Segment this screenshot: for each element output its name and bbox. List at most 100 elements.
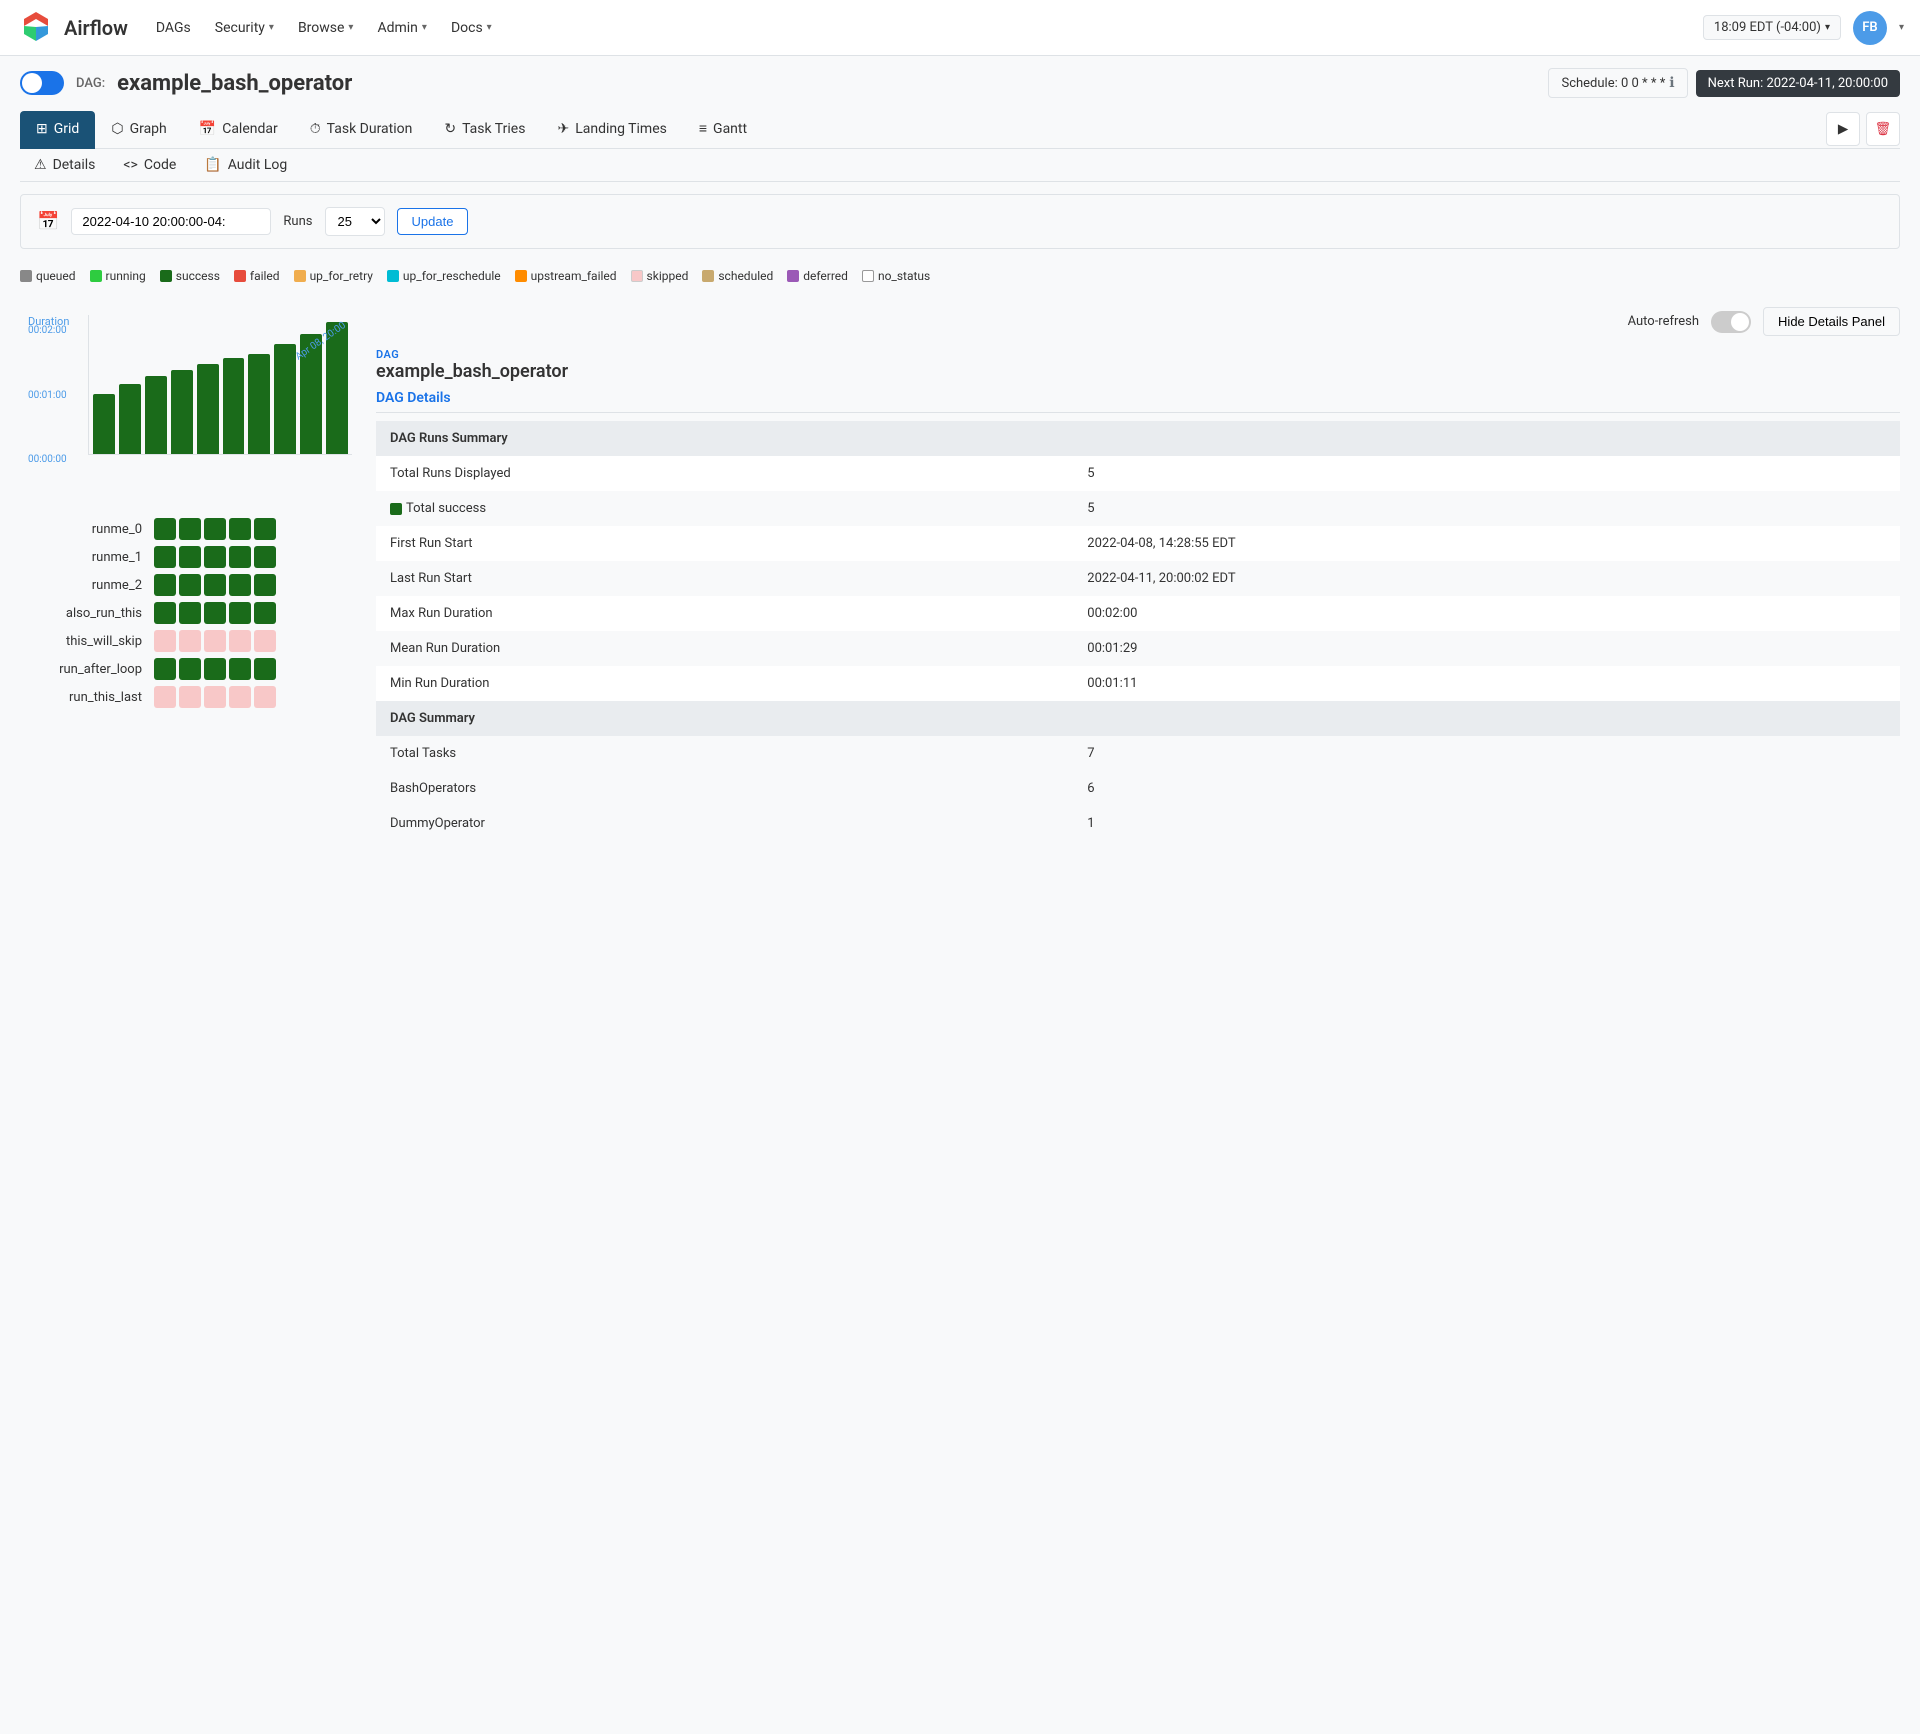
cell-willskip-4[interactable] — [229, 630, 251, 652]
bar-4[interactable] — [171, 370, 193, 454]
cell-thislast-2[interactable] — [179, 686, 201, 708]
avatar-chevron-icon[interactable]: ▾ — [1899, 22, 1904, 33]
grid-row-runme0: runme_0 — [20, 515, 360, 543]
bar-1[interactable] — [93, 394, 115, 454]
details-header: DAG example_bash_operator — [376, 348, 1900, 382]
tab-task-duration[interactable]: ⏱ Task Duration — [294, 111, 429, 149]
nav-browse[interactable]: Browse ▾ — [286, 0, 366, 56]
grid-cells-runme1 — [154, 546, 276, 568]
graph-icon: ⬡ — [111, 121, 123, 137]
cell-alsorun-2[interactable] — [179, 602, 201, 624]
tab-task-tries[interactable]: ↻ Task Tries — [428, 111, 541, 149]
tab-calendar[interactable]: 📅 Calendar — [183, 111, 294, 149]
cell-runme0-2[interactable] — [179, 518, 201, 540]
cell-thislast-4[interactable] — [229, 686, 251, 708]
task-label-run-this-last[interactable]: run_this_last — [20, 690, 150, 705]
bash-operators-label: BashOperators — [376, 771, 1073, 806]
cell-afterloop-1[interactable] — [154, 658, 176, 680]
task-label-also-run-this[interactable]: also_run_this — [20, 606, 150, 621]
cell-runme1-2[interactable] — [179, 546, 201, 568]
cell-thislast-3[interactable] — [204, 686, 226, 708]
cell-alsorun-3[interactable] — [204, 602, 226, 624]
table-row-min-duration: Min Run Duration 00:01:11 — [376, 666, 1900, 701]
tab-graph[interactable]: ⬡ Graph — [95, 111, 182, 149]
bar-8[interactable] — [274, 344, 296, 454]
tab-landing-times[interactable]: ✈ Landing Times — [541, 111, 682, 149]
nav-admin[interactable]: Admin ▾ — [365, 0, 438, 56]
cell-runme2-3[interactable] — [204, 574, 226, 596]
table-row-mean-duration: Mean Run Duration 00:01:29 — [376, 631, 1900, 666]
primary-tabs: ⊞ Grid ⬡ Graph 📅 Calendar ⏱ Task Duratio… — [20, 110, 1900, 149]
cell-willskip-2[interactable] — [179, 630, 201, 652]
tab-audit-log[interactable]: 📋 Audit Log — [190, 149, 301, 181]
tab-details[interactable]: ⚠ Details — [20, 149, 109, 181]
cell-thislast-1[interactable] — [154, 686, 176, 708]
nav-security[interactable]: Security ▾ — [203, 0, 286, 56]
cell-willskip-1[interactable] — [154, 630, 176, 652]
cell-alsorun-5[interactable] — [254, 602, 276, 624]
cell-runme2-5[interactable] — [254, 574, 276, 596]
cell-runme1-3[interactable] — [204, 546, 226, 568]
cell-thislast-5[interactable] — [254, 686, 276, 708]
task-label-run-after-loop[interactable]: run_after_loop — [20, 662, 150, 677]
bar-5[interactable] — [197, 364, 219, 454]
tab-code[interactable]: <> Code — [109, 149, 190, 181]
hide-details-panel-button[interactable]: Hide Details Panel — [1763, 307, 1900, 336]
dag-label: DAG: — [76, 76, 105, 91]
grid-row-runme2: runme_2 — [20, 571, 360, 599]
cell-alsorun-4[interactable] — [229, 602, 251, 624]
time-display[interactable]: 18:09 EDT (-04:00) ▾ — [1703, 15, 1841, 40]
tab-grid[interactable]: ⊞ Grid — [20, 111, 95, 149]
total-tasks-value: 7 — [1073, 736, 1900, 771]
date-input[interactable] — [71, 208, 271, 235]
delete-dag-button[interactable]: 🗑 — [1866, 112, 1900, 146]
cell-runme2-1[interactable] — [154, 574, 176, 596]
cell-runme0-1[interactable] — [154, 518, 176, 540]
bar-7[interactable] — [248, 354, 270, 454]
cell-runme1-1[interactable] — [154, 546, 176, 568]
nav-docs[interactable]: Docs ▾ — [439, 0, 504, 56]
cell-runme1-4[interactable] — [229, 546, 251, 568]
cell-runme1-5[interactable] — [254, 546, 276, 568]
upstream-failed-dot — [515, 270, 527, 282]
cell-afterloop-5[interactable] — [254, 658, 276, 680]
dummy-operator-label: DummyOperator — [376, 806, 1073, 841]
browse-chevron-icon: ▾ — [348, 22, 353, 33]
avatar[interactable]: FB — [1853, 11, 1887, 45]
task-label-this-will-skip[interactable]: this_will_skip — [20, 634, 150, 649]
dag-toggle[interactable] — [20, 71, 64, 95]
cell-runme0-5[interactable] — [254, 518, 276, 540]
landing-times-icon: ✈ — [557, 121, 569, 137]
brand[interactable]: Airflow — [16, 8, 128, 48]
task-label-runme1[interactable]: runme_1 — [20, 550, 150, 565]
task-label-runme2[interactable]: runme_2 — [20, 578, 150, 593]
auto-refresh-toggle[interactable] — [1711, 311, 1751, 333]
bar-2[interactable] — [119, 384, 141, 454]
calendar-filter-icon: 📅 — [37, 211, 59, 232]
table-row-first-run: First Run Start 2022-04-08, 14:28:55 EDT — [376, 526, 1900, 561]
cell-runme2-2[interactable] — [179, 574, 201, 596]
cell-willskip-3[interactable] — [204, 630, 226, 652]
legend-success: success — [160, 269, 220, 283]
tab-gantt[interactable]: ≡ Gantt — [683, 110, 763, 149]
update-button[interactable]: Update — [397, 208, 469, 235]
legend-skipped: skipped — [631, 269, 689, 283]
task-label-runme0[interactable]: runme_0 — [20, 522, 150, 537]
bar-6[interactable] — [223, 358, 245, 454]
bar-3[interactable] — [145, 376, 167, 454]
cell-runme0-4[interactable] — [229, 518, 251, 540]
cell-afterloop-2[interactable] — [179, 658, 201, 680]
runs-select[interactable]: 25 50 100 — [325, 207, 385, 236]
run-dag-button[interactable]: ▶ — [1826, 112, 1860, 146]
grid-row-also-run-this: also_run_this — [20, 599, 360, 627]
cell-runme0-3[interactable] — [204, 518, 226, 540]
cell-afterloop-3[interactable] — [204, 658, 226, 680]
navbar: Airflow DAGs Security ▾ Browse ▾ Admin ▾… — [0, 0, 1920, 56]
cell-willskip-5[interactable] — [254, 630, 276, 652]
cell-afterloop-4[interactable] — [229, 658, 251, 680]
cell-alsorun-1[interactable] — [154, 602, 176, 624]
skipped-dot — [631, 270, 643, 282]
nav-dags[interactable]: DAGs — [144, 0, 203, 56]
info-icon[interactable]: ℹ — [1669, 75, 1674, 91]
cell-runme2-4[interactable] — [229, 574, 251, 596]
